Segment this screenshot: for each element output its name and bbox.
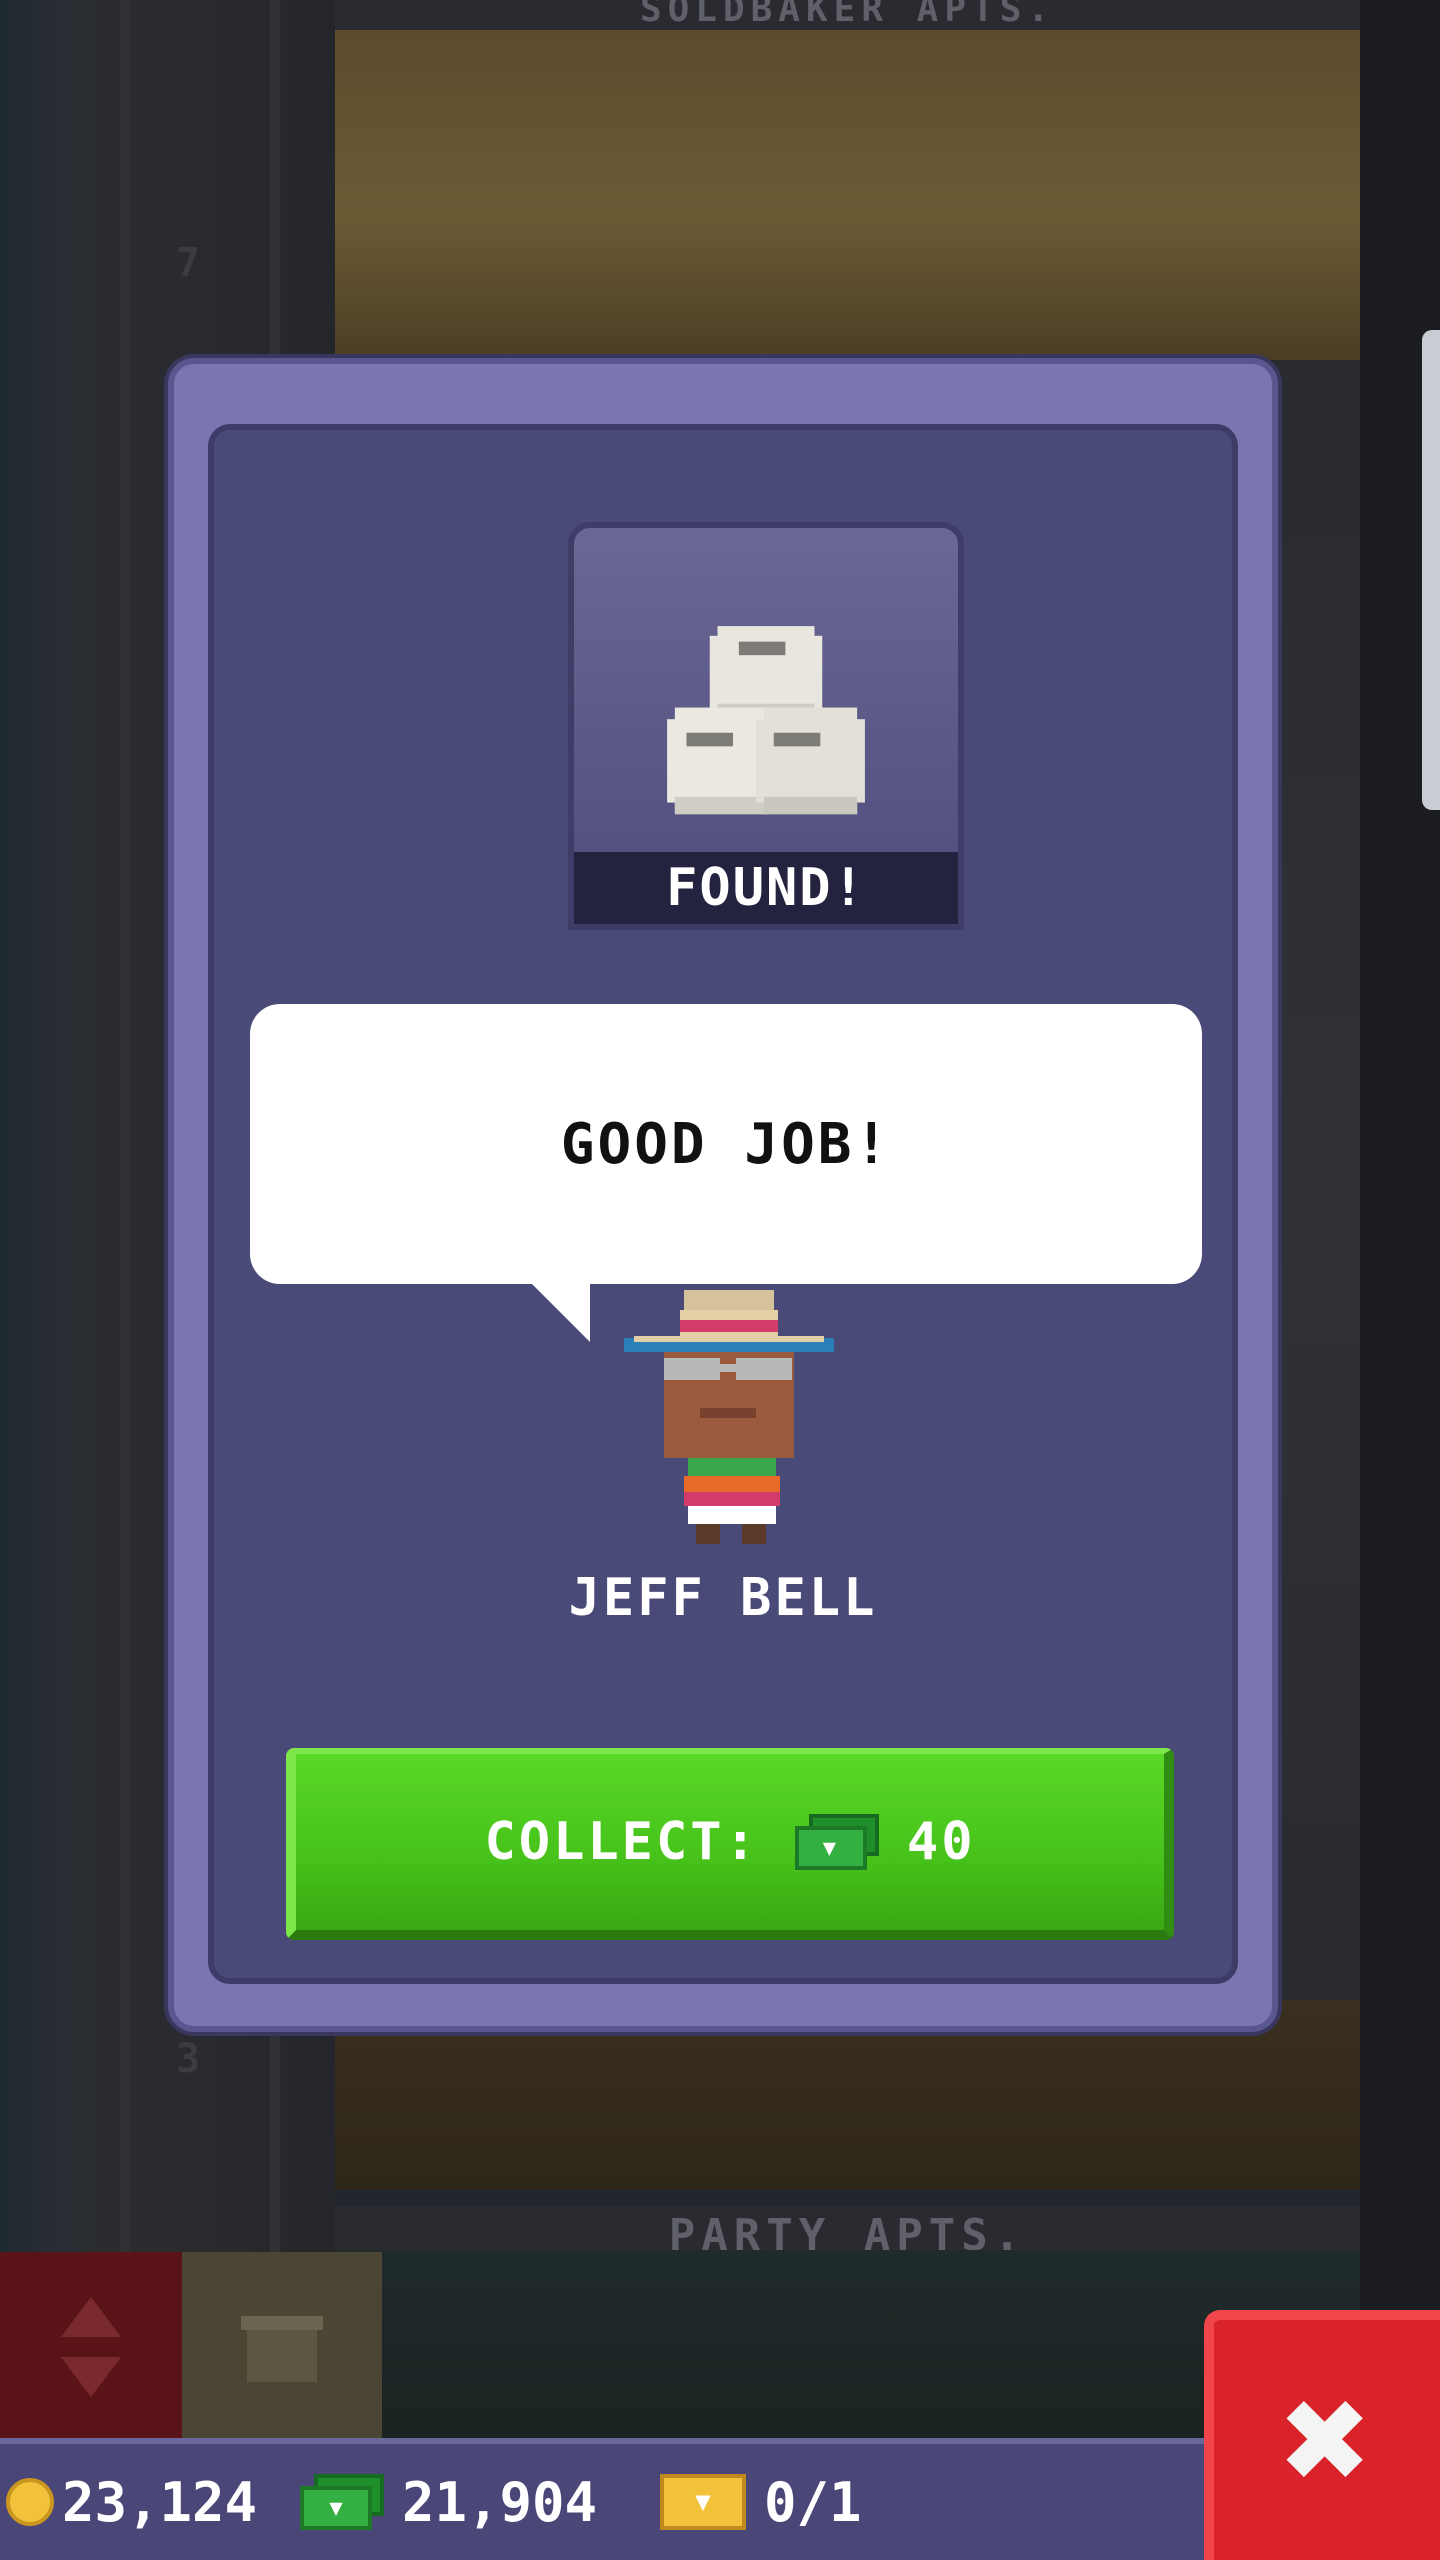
- tower-bux-icon: ▼: [300, 2474, 388, 2530]
- toilet-paper-rolls-icon: [667, 626, 865, 815]
- floor-number: 3: [176, 2036, 201, 2082]
- floor-soldbaker-apts: [335, 0, 1360, 360]
- elevator-button[interactable]: [0, 2252, 182, 2442]
- collect-label: COLLECT:: [484, 1812, 759, 1872]
- close-icon: ✖: [1281, 2353, 1373, 2527]
- coin-icon: [6, 2478, 54, 2526]
- tickets-value: 0/1: [764, 2470, 862, 2534]
- lobby-icon: [241, 2316, 323, 2382]
- shaft-rail: [120, 0, 130, 2440]
- speech-text: GOOD JOB!: [560, 1111, 892, 1177]
- found-label: FOUND!: [574, 852, 958, 924]
- lobby-button[interactable]: [182, 2252, 382, 2442]
- tower-bux-icon: ▼: [794, 1814, 883, 1870]
- side-drawer-tab[interactable]: [1422, 330, 1440, 810]
- dialog-panel: FOUND! GOOD JOB! JEFF BELL COLLECT: ▼ 40: [208, 424, 1238, 1984]
- game-screen: SOLDBAKER APTS. PARTY APTS. 7 3 23,124 ▼…: [0, 0, 1440, 2560]
- character-name: JEFF BELL: [568, 1568, 878, 1628]
- bux-counter: ▼ 21,904: [300, 2444, 597, 2560]
- coins-counter: 23,124: [6, 2444, 257, 2560]
- floor-label-top: SOLDBAKER APTS.: [335, 0, 1360, 30]
- close-button[interactable]: ✖: [1204, 2310, 1440, 2560]
- item-found-dialog: FOUND! GOOD JOB! JEFF BELL COLLECT: ▼ 40: [168, 358, 1278, 2032]
- collect-amount: 40: [906, 1812, 976, 1872]
- character-avatar: [624, 1290, 834, 1544]
- speech-bubble: GOOD JOB!: [250, 1004, 1202, 1284]
- up-down-arrows-icon: [61, 2297, 121, 2397]
- bux-value: 21,904: [402, 2470, 598, 2534]
- collect-button[interactable]: COLLECT: ▼ 40: [286, 1748, 1174, 1940]
- coins-value: 23,124: [62, 2470, 258, 2534]
- item-frame: FOUND!: [568, 522, 964, 930]
- floor-number: 7: [176, 240, 201, 286]
- tickets-counter: ▼ 0/1: [660, 2444, 862, 2560]
- speech-bubble-tail: [530, 1282, 590, 1342]
- ticket-icon: ▼: [660, 2474, 746, 2530]
